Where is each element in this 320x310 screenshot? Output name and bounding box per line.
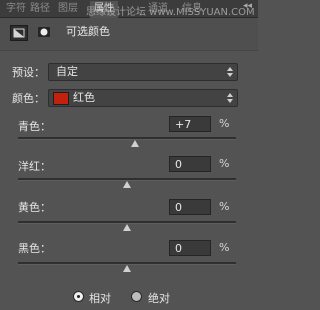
preset-value: 自定 <box>56 65 78 78</box>
preset-label: 预设： <box>12 66 45 79</box>
tab-properties[interactable]: 属性 <box>90 1 118 18</box>
collapse-panel-icon[interactable]: ◂◂ <box>243 1 252 11</box>
cyan-slider-thumb[interactable] <box>130 140 139 147</box>
yellow-label: 黄色： <box>18 201 51 214</box>
cyan-slider-track[interactable] <box>18 137 236 140</box>
tab-paths[interactable]: 路径 <box>30 1 50 16</box>
preset-select[interactable]: 自定 <box>48 63 238 81</box>
select-arrows-icon <box>227 67 233 77</box>
tab-layers[interactable]: 图层 <box>58 1 78 16</box>
yellow-value-input[interactable]: 0 <box>169 199 211 215</box>
layer-mask-icon[interactable] <box>36 25 52 39</box>
black-value-input[interactable]: 0 <box>169 240 211 256</box>
colors-select[interactable]: 红色 <box>48 89 238 107</box>
cyan-percent-sign: % <box>219 117 230 130</box>
colors-value: 红色 <box>73 91 95 104</box>
tab-character[interactable]: 字符 <box>6 1 26 16</box>
absolute-radio[interactable] <box>131 291 142 302</box>
panel-title: 可选颜色 <box>66 25 110 38</box>
color-swatch <box>53 92 69 105</box>
cyan-value-input[interactable]: +7 <box>169 116 211 132</box>
magenta-slider-thumb[interactable] <box>123 181 131 188</box>
select-arrows-icon <box>227 93 233 103</box>
selective-color-icon[interactable] <box>10 25 28 41</box>
panel-tab-bar: 字符 路径 图层 属性 通道 信息 ◂◂ <box>0 0 258 18</box>
absolute-radio-label[interactable]: 绝对 <box>148 290 170 306</box>
relative-radio-label[interactable]: 相对 <box>89 290 111 306</box>
magenta-percent-sign: % <box>219 157 230 170</box>
relative-radio[interactable] <box>73 291 84 302</box>
magenta-label: 洋红： <box>18 160 51 173</box>
tab-channels[interactable]: 通道 <box>148 1 168 16</box>
tab-info[interactable]: 信息 <box>182 1 202 16</box>
black-label: 黑色： <box>18 242 51 255</box>
yellow-percent-sign: % <box>219 200 230 213</box>
yellow-slider-thumb[interactable] <box>123 224 131 231</box>
black-percent-sign: % <box>219 241 230 254</box>
black-slider-thumb[interactable] <box>123 265 131 272</box>
magenta-value-input[interactable]: 0 <box>169 156 211 172</box>
cyan-label: 青色： <box>18 120 51 133</box>
colors-label: 颜色： <box>12 92 45 105</box>
radio-selected-dot <box>77 295 80 298</box>
